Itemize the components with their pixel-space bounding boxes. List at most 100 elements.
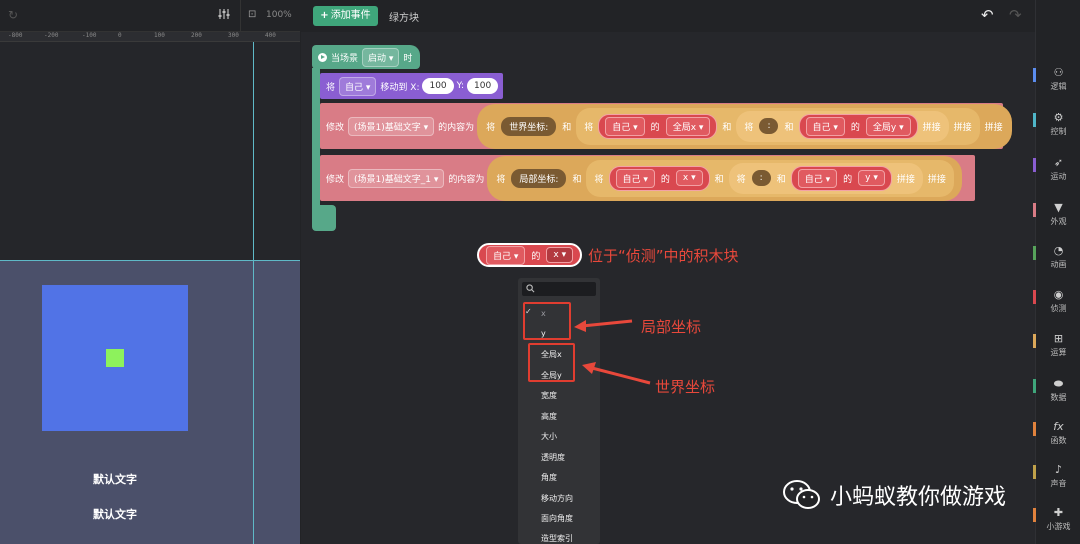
horizontal-ruler: -800 -200 -100 0 100 200 300 400: [0, 32, 300, 42]
join-block-innermost[interactable]: 将 : 和 自己 ▾ 的 全局y ▾ 拼接: [736, 110, 949, 142]
menu-item-opacity[interactable]: 透明度: [541, 452, 565, 463]
of-word: 的: [650, 122, 660, 133]
preview-toolbar: ↻ ⊡ 100%: [0, 0, 300, 32]
property-dropdown[interactable]: y ▾: [858, 170, 885, 186]
category-sensing[interactable]: ◉ 侦测: [1033, 288, 1080, 314]
scene-event-dropdown[interactable]: 启动 ▾: [362, 47, 400, 67]
watermark-text: 小蚂蚁教你做游戏: [830, 485, 1007, 510]
text-target-dropdown[interactable]: (场景1)基础文字 ▾: [348, 116, 435, 136]
category-animation[interactable]: ◔ 动画: [1033, 244, 1080, 270]
and-word: 和: [714, 174, 724, 185]
local-coords-note: 局部坐标: [641, 318, 702, 336]
join-block-inner[interactable]: 将 自己 ▾ 的 x ▾ 和 将 : 和 自己 ▾ 的 y ▾ 拼接 拼接: [586, 159, 954, 197]
zoom-level[interactable]: 100%: [266, 10, 292, 20]
category-minigame[interactable]: ✚ 小游戏: [1033, 506, 1080, 532]
object-dropdown[interactable]: 自己 ▾: [486, 245, 526, 265]
property-dropdown[interactable]: 全局y ▾: [865, 116, 911, 136]
horizontal-guide-line: [0, 260, 300, 261]
fit-screen-icon[interactable]: ⊡: [248, 9, 256, 20]
y-label: Y:: [456, 81, 465, 91]
event-suffix: 时: [403, 53, 413, 64]
sensing-property-block[interactable]: 自己 ▾ 的 y ▾: [790, 165, 892, 191]
category-logic[interactable]: ⚇ 逻辑: [1033, 66, 1080, 92]
property-dropdown[interactable]: x ▾: [675, 170, 703, 186]
event-prefix: 当场景: [331, 53, 359, 64]
category-color-bar: [1033, 246, 1036, 260]
current-sprite-name: 绿方块: [389, 13, 419, 24]
arrow-world-icon: [582, 362, 651, 385]
category-looks[interactable]: ▼ 外观: [1033, 201, 1080, 227]
object-dropdown[interactable]: 自己 ▾: [805, 116, 845, 136]
category-data[interactable]: ⬬ 数据: [1033, 377, 1080, 403]
category-control[interactable]: ⚙ 控制: [1033, 111, 1080, 137]
sample-sensing-block[interactable]: 自己 ▾ 的 x ▾: [477, 243, 583, 267]
join-block-inner[interactable]: 将 自己 ▾ 的 全局x ▾ 和 将 : 和 自己 ▾ 的 全局y ▾ 拼接 拼…: [576, 107, 980, 145]
local-coords-highlight: [523, 302, 571, 340]
text-target-dropdown[interactable]: (场景1)基础文字_1 ▾: [348, 168, 445, 188]
join-block-innermost[interactable]: 将 : 和 自己 ▾ 的 y ▾ 拼接: [728, 162, 923, 194]
menu-item-costume-index[interactable]: 造型索引: [541, 533, 573, 544]
category-motion[interactable]: ➶ 运动: [1033, 156, 1080, 182]
object-dropdown[interactable]: 自己 ▾: [797, 168, 838, 188]
join-block-outer[interactable]: 将 局部坐标: 和 将 自己 ▾ 的 x ▾ 和 将 : 和 自己 ▾ 的 y …: [487, 155, 962, 201]
separator-text[interactable]: :: [751, 170, 771, 186]
category-color-bar: [1033, 465, 1036, 479]
category-label: 动画: [1050, 260, 1067, 269]
sensing-property-block[interactable]: 自己 ▾ 的 x ▾: [608, 165, 710, 191]
separator-text[interactable]: :: [759, 118, 779, 134]
join-label: 拼接: [953, 122, 972, 133]
and-word: 和: [784, 122, 794, 133]
local-coord-text[interactable]: 局部坐标:: [511, 168, 567, 188]
category-label: 声音: [1050, 479, 1067, 488]
sensing-property-block[interactable]: 自己 ▾ 的 全局y ▾: [798, 113, 918, 139]
content-label: 的内容为: [448, 174, 485, 185]
menu-search-field[interactable]: [522, 282, 596, 296]
move-to-block[interactable]: 将 自己 ▾ 移动到 X: 100 Y: 100: [320, 73, 503, 99]
undo-icon[interactable]: ↶: [981, 6, 994, 24]
menu-item-width[interactable]: 宽度: [541, 390, 557, 401]
object-dropdown[interactable]: 自己 ▾: [615, 168, 655, 188]
join-label: 拼接: [922, 122, 941, 133]
join-block-outer[interactable]: 将 世界坐标: 和 将 自己 ▾ 的 全局x ▾ 和 将 : 和 自己 ▾ 的 …: [477, 103, 1012, 149]
world-coord-text[interactable]: 世界坐标:: [501, 116, 557, 136]
join-word: 将: [594, 174, 604, 185]
join-label: 拼接: [927, 174, 946, 185]
event-block-spine: [312, 68, 320, 208]
category-label: 运算: [1050, 348, 1067, 357]
default-text-sprite[interactable]: 默认文字: [60, 506, 170, 522]
ruler-tick: -200: [44, 32, 59, 39]
sensing-property-block[interactable]: 自己 ▾ 的 全局x ▾: [598, 113, 718, 139]
object-dropdown[interactable]: 自己 ▾: [605, 116, 645, 136]
ruler-tick: -100: [82, 32, 97, 39]
category-color-bar: [1033, 68, 1036, 82]
category-sound[interactable]: ♪ 声音: [1033, 463, 1080, 489]
category-operators[interactable]: ⊞ 运算: [1033, 332, 1080, 358]
x-value-input[interactable]: 100: [422, 78, 454, 94]
category-function[interactable]: fx 函数: [1033, 420, 1080, 446]
redo-icon[interactable]: ↷: [1009, 6, 1022, 24]
add-event-button[interactable]: + 添加事件: [313, 6, 378, 26]
ruler-tick: 0: [118, 32, 122, 39]
menu-item-angle[interactable]: 角度: [541, 472, 557, 483]
sliders-icon[interactable]: [218, 8, 230, 23]
property-dropdown-open[interactable]: x ▾: [546, 247, 574, 263]
property-dropdown[interactable]: 全局x ▾: [665, 116, 711, 136]
y-value-input[interactable]: 100: [467, 78, 499, 94]
ruler-tick: 300: [228, 32, 239, 39]
of-word: 的: [531, 251, 541, 262]
move-target-dropdown[interactable]: 自己 ▾: [339, 76, 377, 96]
menu-item-size[interactable]: 大小: [541, 431, 557, 442]
modify-text-block-local[interactable]: 修改 (场景1)基础文字_1 ▾ 的内容为 将 局部坐标: 和 将 自己 ▾ 的…: [320, 155, 975, 201]
default-text-sprite[interactable]: 默认文字: [60, 471, 170, 487]
menu-item-facing-angle[interactable]: 面向角度: [541, 513, 573, 524]
category-label: 外观: [1050, 217, 1067, 226]
modify-text-block-world[interactable]: 修改 (场景1)基础文字 ▾ 的内容为 将 世界坐标: 和 将 自己 ▾ 的 全…: [320, 103, 1012, 149]
menu-item-height[interactable]: 高度: [541, 411, 557, 422]
menu-item-move-direction[interactable]: 移动方向: [541, 493, 573, 504]
redo-icon[interactable]: ↻: [8, 8, 18, 22]
vertical-guide-line: [253, 42, 254, 544]
green-square-sprite[interactable]: [106, 349, 124, 367]
event-block-scene-start[interactable]: 当场景 启动 ▾ 时: [312, 45, 421, 69]
move-prefix: 将: [326, 82, 336, 93]
wechat-logo-icon: [783, 480, 820, 509]
